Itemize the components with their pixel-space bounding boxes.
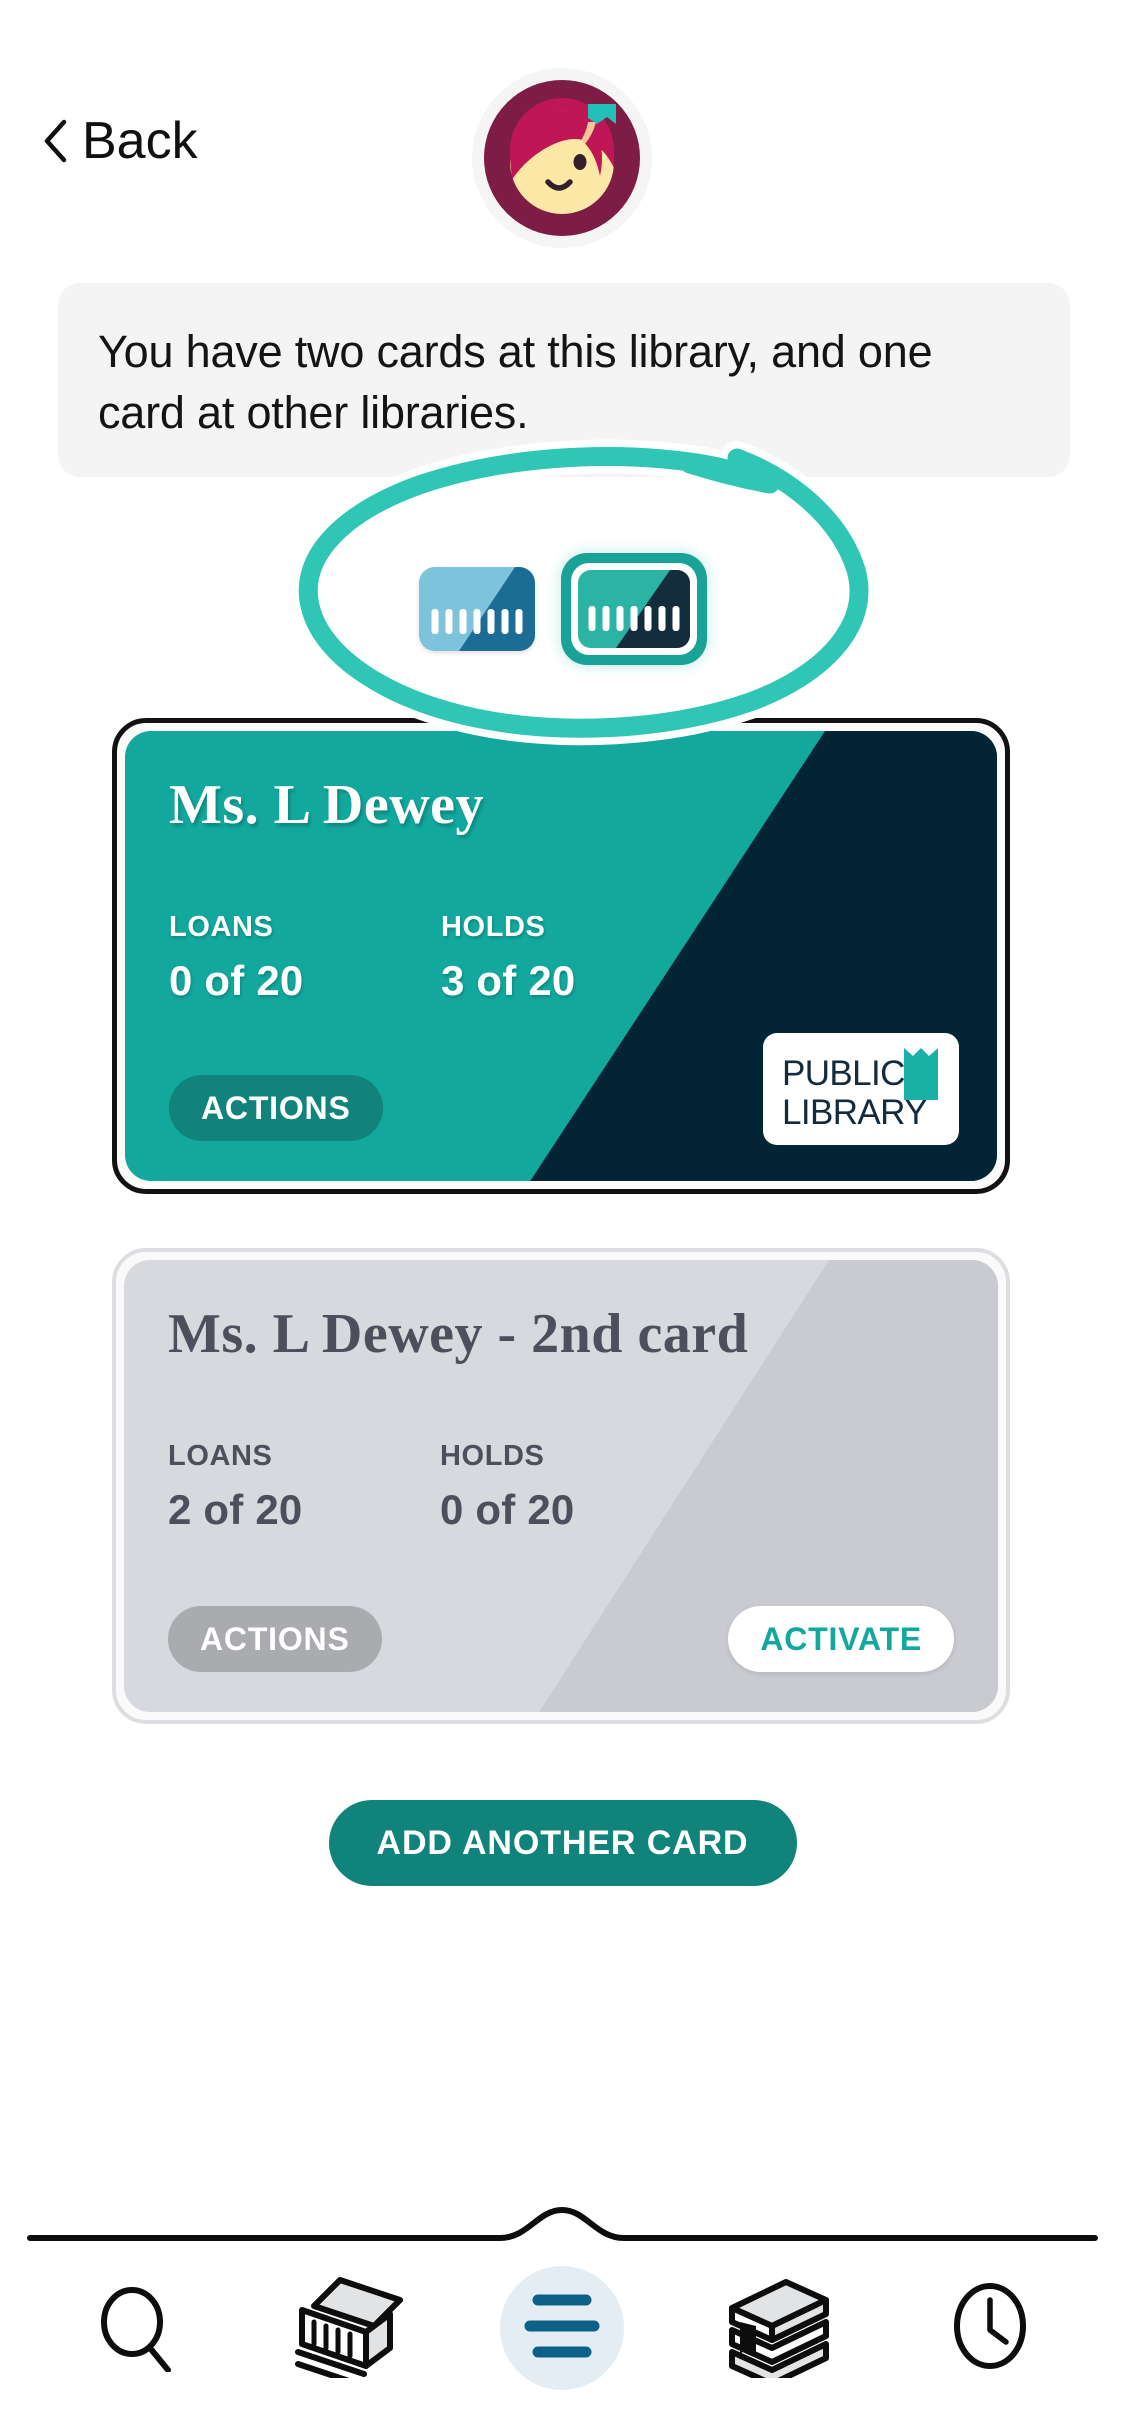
search-icon bbox=[92, 2280, 178, 2377]
card-face: Ms. L Dewey LOANS 0 of 20 HOLDS 3 of 20 … bbox=[125, 731, 997, 1181]
logo-line-1: PUBLIC bbox=[782, 1054, 905, 1093]
nav-item-shelf[interactable] bbox=[696, 2258, 856, 2398]
nav-item-library[interactable] bbox=[269, 2258, 429, 2398]
nav-item-history[interactable] bbox=[910, 2258, 1070, 2398]
card-title: Ms. L Dewey bbox=[169, 774, 485, 836]
books-stack-icon bbox=[714, 2274, 838, 2387]
library-card-icon bbox=[577, 570, 690, 648]
loans-stat: LOANS 0 of 20 bbox=[169, 911, 349, 1005]
bookmark-icon bbox=[904, 1048, 938, 1100]
avatar-face bbox=[484, 80, 640, 236]
holds-label: HOLDS bbox=[440, 1440, 545, 1472]
info-banner-text: You have two cards at this library, and … bbox=[98, 326, 933, 439]
loans-stat: LOANS 2 of 20 bbox=[168, 1440, 348, 1534]
selection-ring bbox=[570, 563, 697, 655]
holds-stat: HOLDS 3 of 20 bbox=[441, 911, 621, 1005]
barcode-icon bbox=[431, 609, 522, 634]
app-screen: Back You have two cards at this library,… bbox=[0, 0, 1125, 2436]
user-avatar-icon[interactable] bbox=[472, 68, 652, 248]
nav-divider bbox=[27, 2206, 1098, 2241]
card-selector bbox=[0, 553, 1125, 665]
library-card-active[interactable]: Ms. L Dewey LOANS 0 of 20 HOLDS 3 of 20 … bbox=[112, 718, 1010, 1194]
menu-lines-icon bbox=[516, 2290, 608, 2367]
card-stats: LOANS 0 of 20 HOLDS 3 of 20 bbox=[169, 911, 621, 1005]
library-building-icon bbox=[288, 2274, 410, 2389]
clock-icon bbox=[950, 2280, 1030, 2377]
card-title: Ms. L Dewey - 2nd card bbox=[168, 1303, 749, 1365]
holds-label: HOLDS bbox=[441, 911, 546, 943]
loans-value: 0 of 20 bbox=[169, 957, 304, 1004]
loans-value: 2 of 20 bbox=[168, 1486, 303, 1533]
card-selector-item-2[interactable] bbox=[560, 553, 707, 665]
card-selector-item-1[interactable] bbox=[418, 567, 535, 651]
card-stats: LOANS 2 of 20 HOLDS 0 of 20 bbox=[168, 1440, 620, 1534]
nav-item-search[interactable] bbox=[55, 2258, 215, 2398]
add-another-card-button[interactable]: ADD ANOTHER CARD bbox=[328, 1800, 797, 1886]
barcode-icon bbox=[588, 606, 679, 631]
actions-button[interactable]: ACTIONS bbox=[169, 1075, 383, 1141]
actions-button[interactable]: ACTIONS bbox=[168, 1606, 382, 1672]
chevron-left-icon bbox=[42, 119, 68, 163]
bottom-navigation bbox=[0, 2186, 1125, 2436]
holds-value: 0 of 20 bbox=[440, 1486, 575, 1533]
info-banner: You have two cards at this library, and … bbox=[58, 283, 1070, 478]
header: Back bbox=[0, 0, 1125, 260]
nav-items bbox=[0, 2258, 1125, 2398]
back-label: Back bbox=[82, 112, 198, 170]
loans-label: LOANS bbox=[168, 1440, 273, 1472]
holds-stat: HOLDS 0 of 20 bbox=[440, 1440, 620, 1534]
nav-item-menu[interactable] bbox=[482, 2258, 642, 2398]
activate-button[interactable]: ACTIVATE bbox=[728, 1606, 954, 1672]
holds-value: 3 of 20 bbox=[441, 957, 576, 1004]
library-logo: PUBLIC LIBRARY bbox=[763, 1033, 959, 1145]
card-face: Ms. L Dewey - 2nd card LOANS 2 of 20 HOL… bbox=[124, 1260, 998, 1712]
loans-label: LOANS bbox=[169, 911, 274, 943]
library-card-inactive[interactable]: Ms. L Dewey - 2nd card LOANS 2 of 20 HOL… bbox=[112, 1248, 1010, 1724]
back-button[interactable]: Back bbox=[42, 115, 198, 167]
